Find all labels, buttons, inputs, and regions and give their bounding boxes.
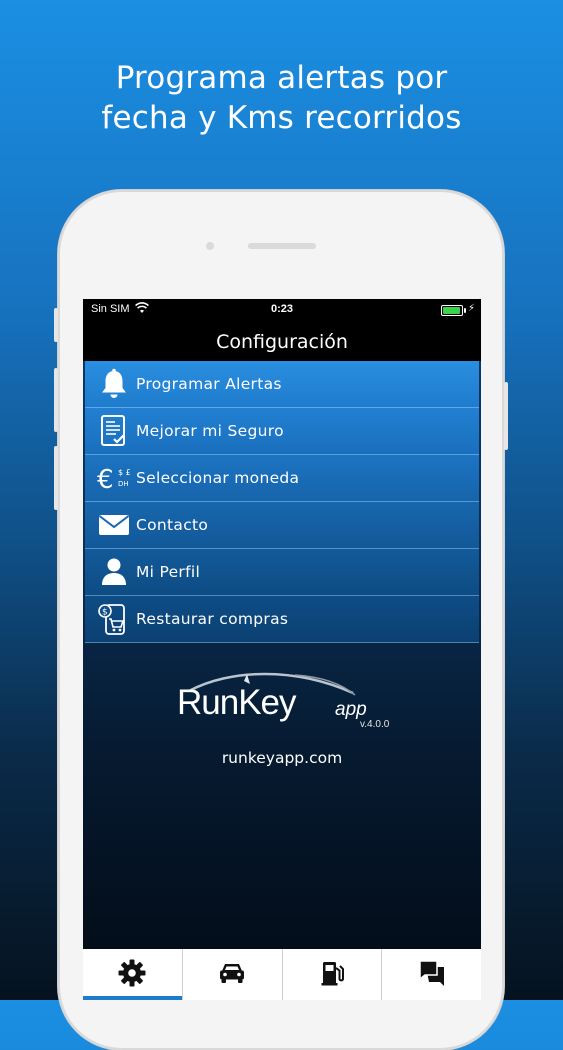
menu-item-mi-perfil[interactable]: Mi Perfil — [85, 549, 479, 596]
headline: Programa alertas por fecha y Kms recorri… — [0, 58, 563, 138]
menu-item-contacto[interactable]: Contacto — [85, 502, 479, 549]
menu-item-label: Contacto — [136, 516, 209, 534]
volume-up-button — [54, 368, 58, 432]
power-button — [504, 382, 508, 450]
menu-item-restaurar-compras[interactable]: $ Restaurar compras — [85, 596, 479, 643]
menu-item-label: Mi Perfil — [136, 563, 201, 581]
app-version: v.4.0.0 — [360, 719, 390, 730]
tab-messages[interactable] — [382, 949, 481, 1000]
fuel-pump-icon — [317, 958, 347, 992]
gear-icon — [117, 958, 147, 992]
logo-suffix: app — [335, 699, 367, 720]
page-title: Configuración — [83, 321, 481, 361]
purchase-restore-icon: $ — [97, 602, 131, 636]
menu-item-label: Mejorar mi Seguro — [136, 422, 284, 440]
battery-icon — [441, 305, 466, 316]
svg-text:DH: DH — [118, 480, 129, 488]
tab-bar — [83, 949, 481, 1000]
menu-item-label: Seleccionar moneda — [136, 469, 300, 487]
menu-item-label: Programar Alertas — [136, 375, 282, 393]
front-camera — [206, 242, 214, 250]
tab-fuel[interactable] — [283, 949, 383, 1000]
status-bar: Sin SIM 0:23 ⚡ — [83, 299, 481, 321]
svg-text:$ £: $ £ — [118, 468, 131, 477]
svg-text:$: $ — [102, 608, 108, 618]
user-icon — [97, 555, 131, 589]
menu-item-label: Restaurar compras — [136, 610, 289, 628]
menu-item-mejorar-seguro[interactable]: Mejorar mi Seguro — [85, 408, 479, 455]
chat-icon — [417, 958, 447, 992]
menu-item-programar-alertas[interactable]: Programar Alertas — [85, 361, 479, 408]
currency-icon: € $ £ DH — [97, 461, 131, 495]
volume-down-button — [54, 446, 58, 510]
envelope-icon — [97, 508, 131, 542]
charging-bolt-icon: ⚡ — [467, 303, 475, 314]
tab-settings[interactable] — [83, 949, 183, 1000]
mute-switch — [54, 308, 58, 342]
status-time: 0:23 — [270, 303, 294, 315]
svg-text:€: € — [97, 465, 114, 495]
website-link[interactable]: runkeyapp.com — [83, 749, 481, 767]
settings-menu: Programar Alertas Mejorar mi Seguro € $ … — [85, 361, 479, 643]
logo-wordmark: RunKey — [177, 683, 297, 722]
car-icon — [217, 958, 247, 992]
document-icon — [97, 414, 131, 448]
app-screen: Sin SIM 0:23 ⚡ Configuración Programar A… — [83, 299, 481, 1000]
headline-line-2: fecha y Kms recorridos — [101, 100, 462, 136]
tab-vehicles[interactable] — [183, 949, 283, 1000]
menu-item-seleccionar-moneda[interactable]: € $ £ DH Seleccionar moneda — [85, 455, 479, 502]
earpiece-speaker — [248, 243, 316, 249]
bell-icon — [97, 367, 131, 401]
headline-line-1: Programa alertas por — [115, 60, 448, 96]
